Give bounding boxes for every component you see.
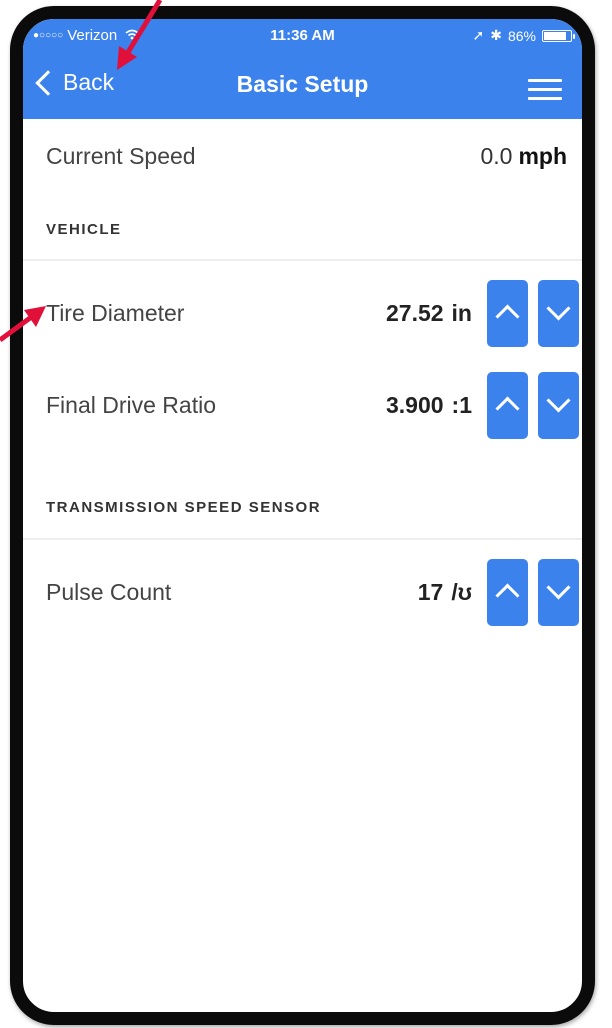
- pulse-count-readout: 17/ʊ: [418, 579, 472, 606]
- final-drive-ratio-value: 3.900: [385, 392, 444, 418]
- final-drive-ratio-increment-button[interactable]: [487, 372, 528, 439]
- battery-icon: [542, 29, 575, 42]
- tire-diameter-unit: in: [451, 300, 472, 326]
- hamburger-menu-icon[interactable]: [528, 79, 562, 100]
- status-indicators: ➚ ✱ 86%: [472, 27, 575, 44]
- battery-percent: 86%: [507, 27, 536, 44]
- current-speed-readout: 0.0 mph: [480, 143, 567, 170]
- tire-diameter-value: 27.52: [385, 300, 444, 326]
- app-header: ●○○○○ Verizon 11:36 AM ➚ ✱ 86% Back Basi…: [23, 19, 582, 119]
- final-drive-ratio-unit: :1: [451, 392, 472, 418]
- navigation-bar: Back Basic Setup: [23, 65, 582, 107]
- pulse-count-increment-button[interactable]: [487, 559, 528, 626]
- tire-diameter-row: Tire Diameter 27.52 in: [23, 280, 582, 350]
- page-title: Basic Setup: [236, 71, 369, 97]
- tire-diameter-label: Tire Diameter: [46, 300, 185, 326]
- transmission-section-header: TRANSMISSION SPEED SENSOR: [46, 499, 322, 516]
- tire-diameter-decrement-button[interactable]: [538, 280, 579, 347]
- chevron-up-icon: [495, 304, 520, 329]
- chevron-down-icon: [546, 575, 571, 600]
- divider: [23, 259, 582, 261]
- pulse-count-unit: /ʊ: [451, 579, 472, 605]
- current-speed-unit: mph: [518, 143, 567, 169]
- pulse-count-row: Pulse Count 17/ʊ: [23, 559, 582, 629]
- screenshot: ●○○○○ Verizon 11:36 AM ➚ ✱ 86% Back Basi…: [0, 0, 612, 1028]
- current-speed-label: Current Speed: [46, 143, 196, 169]
- phone-frame: ●○○○○ Verizon 11:36 AM ➚ ✱ 86% Back Basi…: [10, 6, 595, 1025]
- settings-content: Current Speed 0.0 mph VEHICLE Tire Diamet…: [23, 119, 582, 1012]
- pulse-count-value: 17: [417, 579, 444, 605]
- location-icon: ➚: [472, 27, 485, 43]
- final-drive-ratio-decrement-button[interactable]: [538, 372, 579, 439]
- tire-diameter-readout: 27.52 in: [386, 300, 472, 327]
- battery-level: [544, 31, 566, 40]
- current-speed-row: Current Speed 0.0 mph: [23, 143, 582, 179]
- chevron-down-icon: [546, 388, 571, 413]
- final-drive-ratio-label: Final Drive Ratio: [46, 392, 216, 418]
- current-speed-value: 0.0: [480, 143, 513, 169]
- tire-diameter-increment-button[interactable]: [487, 280, 528, 347]
- vehicle-section-header: VEHICLE: [46, 221, 122, 238]
- chevron-up-icon: [495, 583, 520, 608]
- pulse-count-decrement-button[interactable]: [538, 559, 579, 626]
- bluetooth-icon: ✱: [490, 27, 502, 43]
- pulse-count-label: Pulse Count: [46, 579, 172, 605]
- divider: [23, 538, 582, 540]
- chevron-up-icon: [495, 396, 520, 421]
- final-drive-ratio-row: Final Drive Ratio 3.900 :1: [23, 372, 582, 442]
- status-bar: ●○○○○ Verizon 11:36 AM ➚ ✱ 86%: [23, 27, 582, 49]
- chevron-down-icon: [546, 296, 571, 321]
- final-drive-ratio-readout: 3.900 :1: [386, 392, 472, 419]
